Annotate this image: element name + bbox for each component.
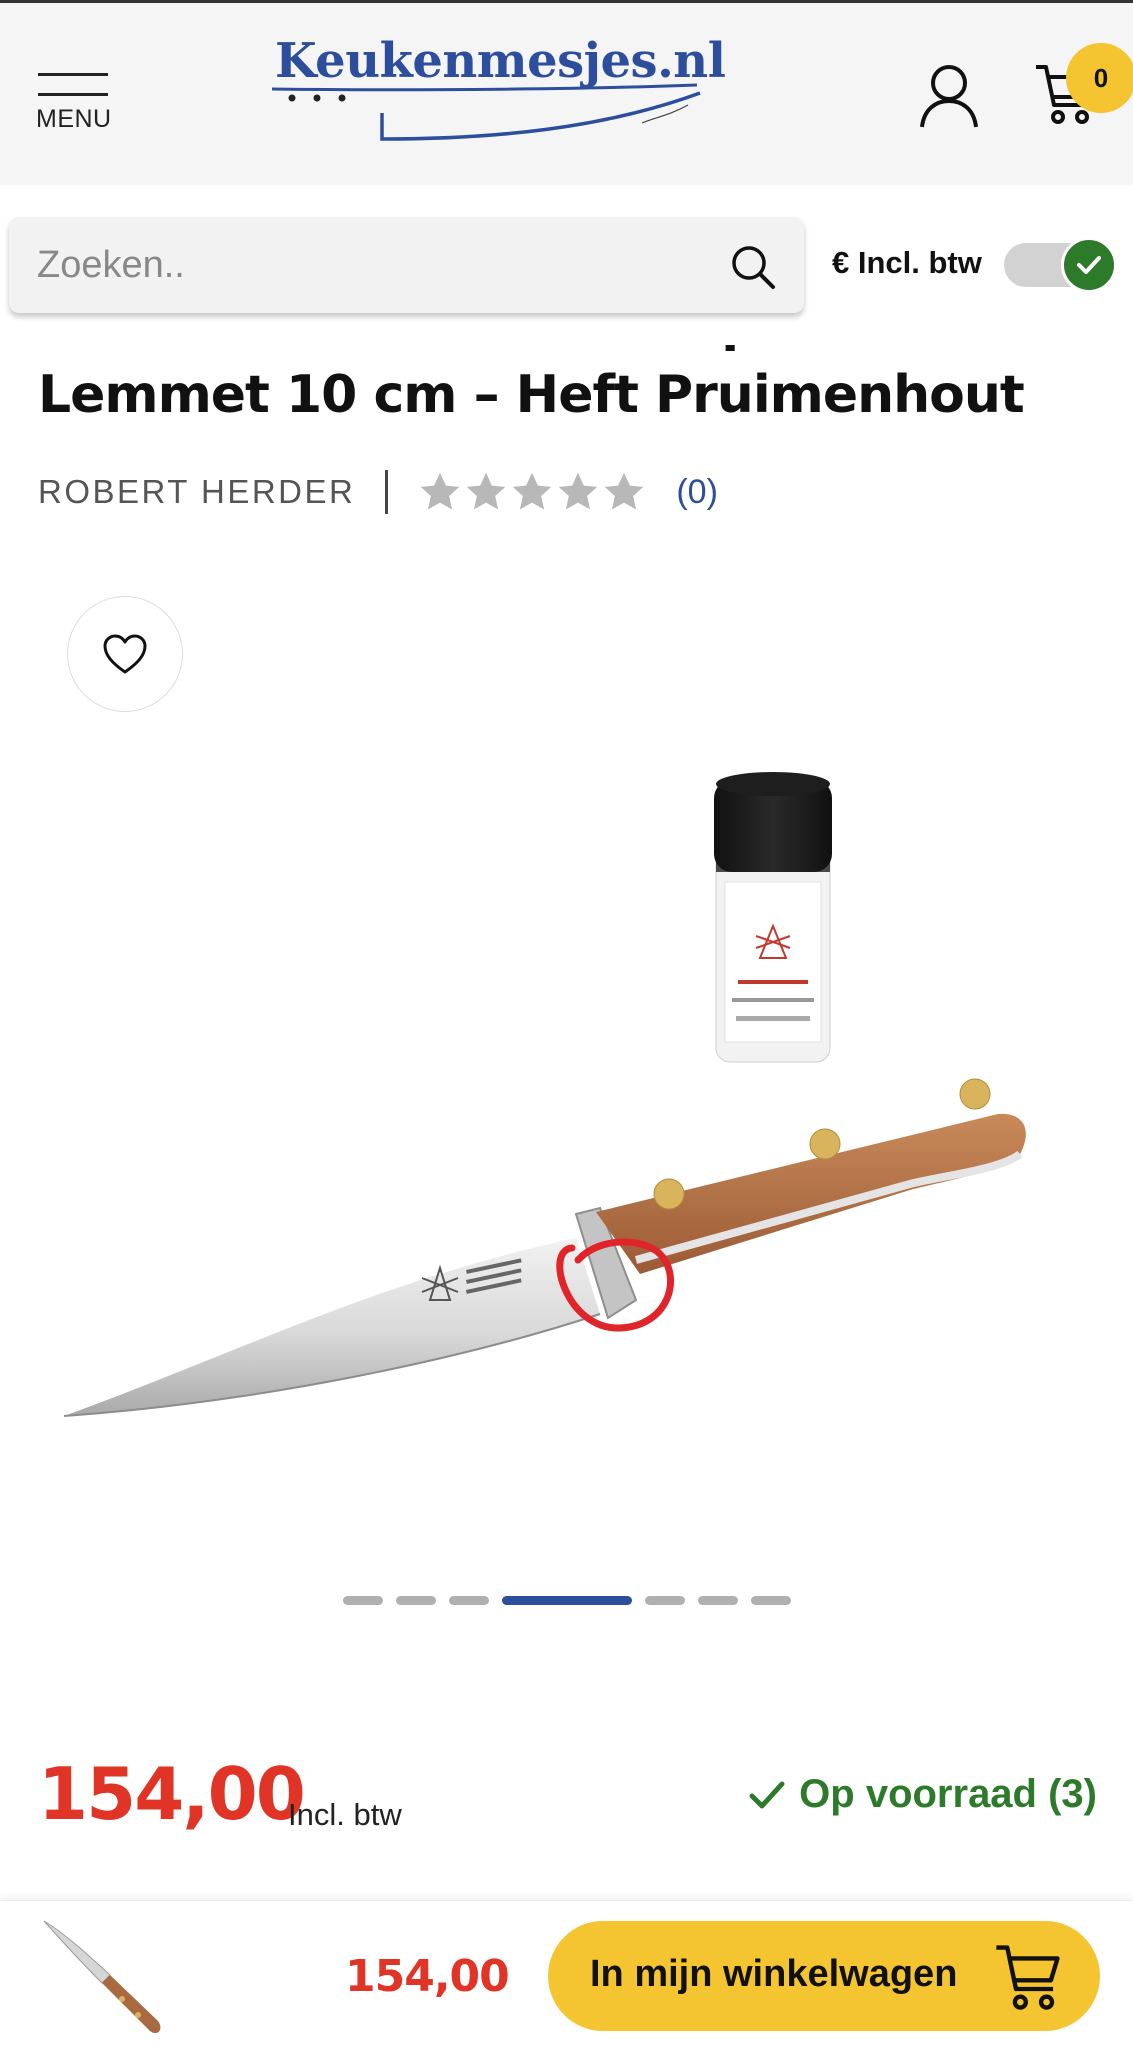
carousel-dot[interactable] <box>448 1596 489 1605</box>
brand-rating-row: ROBERT HERDER (0) <box>38 468 718 516</box>
stock-status-label: Op voorraad (3) <box>799 1772 1097 1816</box>
carousel-dot[interactable] <box>395 1596 436 1605</box>
carousel-dot[interactable] <box>644 1596 685 1605</box>
heart-icon <box>103 634 147 674</box>
star-icon <box>559 472 598 510</box>
logo-swoosh-icon <box>272 83 701 141</box>
checkmark-icon <box>749 1781 785 1808</box>
menu-label: MENU <box>36 105 112 133</box>
search-bar-row: € Incl. btw <box>0 185 1133 345</box>
add-to-cart-button[interactable]: In mijn winkelwagen <box>548 1921 1100 2031</box>
cart-count-badge[interactable]: 0 <box>1066 43 1133 113</box>
rating-stars[interactable] <box>418 470 646 514</box>
sticky-price: 154,00 <box>345 1951 510 2002</box>
carousel-dot[interactable] <box>342 1596 383 1605</box>
search-icon[interactable] <box>729 243 777 291</box>
search-input[interactable] <box>37 217 717 313</box>
star-icon <box>467 472 506 510</box>
image-carousel-indicator <box>0 1596 1133 1608</box>
product-image[interactable] <box>60 740 1080 1460</box>
star-icon <box>605 472 644 510</box>
star-icon <box>513 472 552 510</box>
oil-bottle <box>714 772 832 1063</box>
checkmark-icon <box>1077 256 1101 274</box>
account-icon[interactable] <box>918 63 980 129</box>
product-title-region: – Carbonstaal – Middenspits – Lemmet 10 … <box>0 345 1133 465</box>
add-to-cart-label: In mijn winkelwagen <box>590 1953 958 1995</box>
product-title-line: – Carbonstaal – Middenspits – <box>38 345 1098 359</box>
menu-icon-bar-bottom <box>38 93 108 96</box>
vat-toggle-switch[interactable] <box>1004 237 1120 293</box>
search-box <box>9 217 804 313</box>
menu-button[interactable]: MENU <box>36 71 112 137</box>
brand-name[interactable]: ROBERT HERDER <box>38 473 355 511</box>
stock-status: Op voorraad (3) <box>749 1772 1097 1817</box>
price-vat-label: Incl. btw <box>288 1797 402 1832</box>
carousel-dot[interactable] <box>501 1596 632 1605</box>
star-icon <box>421 472 460 510</box>
site-header: MENU Keukenmesjes.nl 0 <box>0 3 1133 185</box>
menu-icon-bar-top <box>38 73 108 76</box>
divider <box>385 470 389 514</box>
vat-toggle-label: € Incl. btw <box>832 245 982 280</box>
toggle-knob <box>1061 237 1117 293</box>
carousel-dot[interactable] <box>697 1596 738 1605</box>
review-count-link[interactable]: (0) <box>676 473 718 512</box>
product-title: – Carbonstaal – Middenspits – Lemmet 10 … <box>38 345 1098 431</box>
paring-knife <box>63 1078 1026 1417</box>
cart-icon <box>996 1945 1060 2010</box>
product-price: 154,00 <box>38 1752 306 1836</box>
site-logo[interactable]: Keukenmesjes.nl <box>272 31 726 147</box>
product-thumbnail[interactable] <box>30 1911 170 2041</box>
carousel-dot[interactable] <box>750 1596 791 1605</box>
product-title-line: Lemmet 10 cm – Heft Pruimenhout <box>38 365 1025 425</box>
wishlist-button[interactable] <box>67 596 183 712</box>
sticky-add-to-cart-bar: 154,00 In mijn winkelwagen <box>0 1900 1133 2048</box>
